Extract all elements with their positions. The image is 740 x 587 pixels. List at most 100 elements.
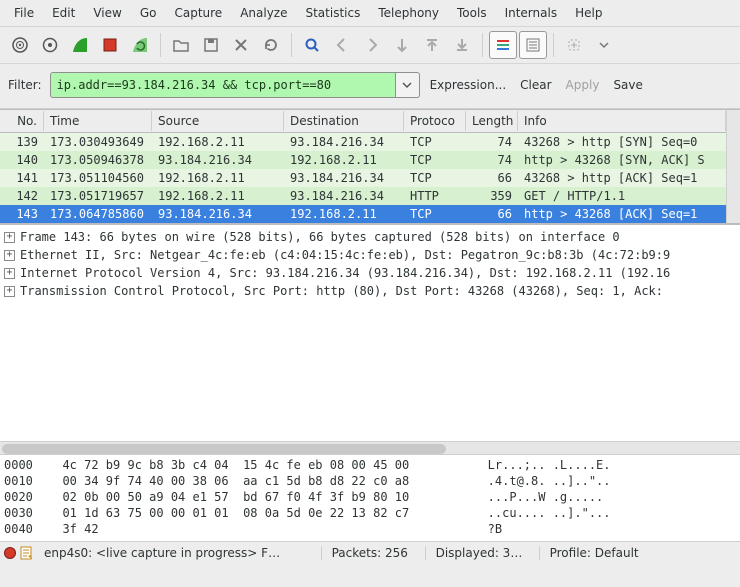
open-button[interactable]: [167, 31, 195, 59]
hex-row[interactable]: 0040 3f 42 ?B: [4, 522, 736, 538]
go-back-icon: [333, 36, 351, 54]
tree-node-ethernet[interactable]: + Ethernet II, Src: Netgear_4c:fe:eb (c4…: [4, 246, 736, 264]
tree-node-label: Ethernet II, Src: Netgear_4c:fe:eb (c4:0…: [20, 248, 670, 262]
packet-list-rows: 139173.030493649192.168.2.1193.184.216.3…: [0, 133, 726, 223]
zoom-button[interactable]: [560, 31, 588, 59]
tree-node-ip[interactable]: + Internet Protocol Version 4, Src: 93.1…: [4, 264, 736, 282]
cell-src: 192.168.2.11: [152, 134, 284, 150]
hex-ascii: ..cu.... ..]."...: [466, 506, 611, 520]
first-packet-button[interactable]: [418, 31, 446, 59]
reload-button[interactable]: [257, 31, 285, 59]
menu-help[interactable]: Help: [567, 3, 610, 23]
start-capture-button[interactable]: [66, 31, 94, 59]
go-back-button[interactable]: [328, 31, 356, 59]
go-top-icon: [423, 36, 441, 54]
cell-info: 43268 > http [SYN] Seq=0: [518, 134, 726, 150]
menu-edit[interactable]: Edit: [44, 3, 83, 23]
find-button[interactable]: [298, 31, 326, 59]
menu-file[interactable]: File: [6, 3, 42, 23]
expand-icon[interactable]: +: [4, 232, 15, 243]
cell-time: 173.030493649: [44, 134, 152, 150]
hex-ascii: Lr...;.. .L....E.: [466, 458, 611, 472]
capture-options-button[interactable]: [36, 31, 64, 59]
col-header-no[interactable]: No.: [0, 111, 44, 131]
close-button[interactable]: [227, 31, 255, 59]
cell-no: 140: [0, 152, 44, 168]
cell-proto: HTTP: [404, 188, 466, 204]
tree-node-frame[interactable]: + Frame 143: 66 bytes on wire (528 bits)…: [4, 228, 736, 246]
hex-bytes: 02 0b 00 50 a9 04 e1 57 bd 67 f0 4f 3f b…: [48, 490, 466, 504]
filter-clear-button[interactable]: Clear: [516, 76, 555, 94]
expand-icon[interactable]: +: [4, 286, 15, 297]
cell-time: 173.050946378: [44, 152, 152, 168]
tree-node-tcp[interactable]: + Transmission Control Protocol, Src Por…: [4, 282, 736, 300]
auto-scroll-button[interactable]: [519, 31, 547, 59]
col-header-protocol[interactable]: Protoco: [404, 111, 466, 131]
last-packet-button[interactable]: [448, 31, 476, 59]
cell-no: 143: [0, 206, 44, 222]
filter-input[interactable]: [50, 72, 396, 98]
expert-info-icon[interactable]: [4, 547, 16, 559]
restart-capture-button[interactable]: [126, 31, 154, 59]
toolbar-separator: [553, 33, 554, 57]
details-horizontal-scrollbar[interactable]: [0, 441, 740, 455]
toolbar-separator: [482, 33, 483, 57]
menu-analyze[interactable]: Analyze: [232, 3, 295, 23]
capture-comment-icon[interactable]: [20, 546, 34, 560]
stop-capture-button[interactable]: [96, 31, 124, 59]
fin-restart-icon: [131, 36, 149, 54]
menu-statistics[interactable]: Statistics: [297, 3, 368, 23]
cell-dst: 93.184.216.34: [284, 134, 404, 150]
filter-save-button[interactable]: Save: [609, 76, 646, 94]
open-file-icon: [172, 36, 190, 54]
filter-expression-button[interactable]: Expression...: [426, 76, 511, 94]
hex-row[interactable]: 0020 02 0b 00 50 a9 04 e1 57 bd 67 f0 4f…: [4, 490, 736, 506]
hex-row[interactable]: 0010 00 34 9f 74 40 00 38 06 aa c1 5d b8…: [4, 474, 736, 490]
status-profile[interactable]: Profile: Default: [544, 546, 736, 560]
interfaces-button[interactable]: [6, 31, 34, 59]
menu-view[interactable]: View: [85, 3, 129, 23]
scrollbar-thumb[interactable]: [2, 444, 446, 454]
hex-row[interactable]: 0000 4c 72 b9 9c b8 3b c4 04 15 4c fe eb…: [4, 458, 736, 474]
filter-history-dropdown[interactable]: [396, 72, 420, 98]
filter-apply-button[interactable]: Apply: [562, 76, 604, 94]
col-header-destination[interactable]: Destination: [284, 111, 404, 131]
col-header-length[interactable]: Length: [466, 111, 518, 131]
hex-ascii: .4.t@.8. ..].."..: [466, 474, 611, 488]
save-button[interactable]: [197, 31, 225, 59]
colorize-button[interactable]: [489, 31, 517, 59]
packet-row[interactable]: 143173.06478586093.184.216.34192.168.2.1…: [0, 205, 726, 223]
packet-row[interactable]: 142173.051719657192.168.2.1193.184.216.3…: [0, 187, 726, 205]
menu-internals[interactable]: Internals: [497, 3, 566, 23]
packet-row[interactable]: 141173.051104560192.168.2.1193.184.216.3…: [0, 169, 726, 187]
tree-node-label: Transmission Control Protocol, Src Port:…: [20, 284, 663, 298]
menu-capture[interactable]: Capture: [166, 3, 230, 23]
col-header-time[interactable]: Time: [44, 111, 152, 131]
go-forward-button[interactable]: [358, 31, 386, 59]
goto-packet-button[interactable]: [388, 31, 416, 59]
cell-no: 139: [0, 134, 44, 150]
go-bottom-icon: [453, 36, 471, 54]
zoom-dropdown-button[interactable]: [590, 31, 618, 59]
cell-proto: TCP: [404, 206, 466, 222]
menu-tools[interactable]: Tools: [449, 3, 495, 23]
hex-offset: 0000: [4, 458, 48, 472]
packet-row[interactable]: 139173.030493649192.168.2.1193.184.216.3…: [0, 133, 726, 151]
goto-icon: [393, 36, 411, 54]
tree-node-label: Internet Protocol Version 4, Src: 93.184…: [20, 266, 670, 280]
expand-icon[interactable]: +: [4, 250, 15, 261]
vertical-scrollbar[interactable]: [726, 110, 740, 223]
hex-row[interactable]: 0030 01 1d 63 75 00 00 01 01 08 0a 5d 0e…: [4, 506, 736, 522]
interfaces-icon: [11, 36, 29, 54]
col-header-info[interactable]: Info: [518, 111, 726, 131]
chevron-down-icon: [402, 80, 412, 90]
cell-src: 93.184.216.34: [152, 206, 284, 222]
packet-row[interactable]: 140173.05094637893.184.216.34192.168.2.1…: [0, 151, 726, 169]
col-header-source[interactable]: Source: [152, 111, 284, 131]
menu-bar: File Edit View Go Capture Analyze Statis…: [0, 0, 740, 27]
menu-telephony[interactable]: Telephony: [370, 3, 447, 23]
menu-go[interactable]: Go: [132, 3, 165, 23]
expand-icon[interactable]: +: [4, 268, 15, 279]
toolbar-separator: [291, 33, 292, 57]
hex-ascii: ...P...W .g.....: [466, 490, 618, 504]
